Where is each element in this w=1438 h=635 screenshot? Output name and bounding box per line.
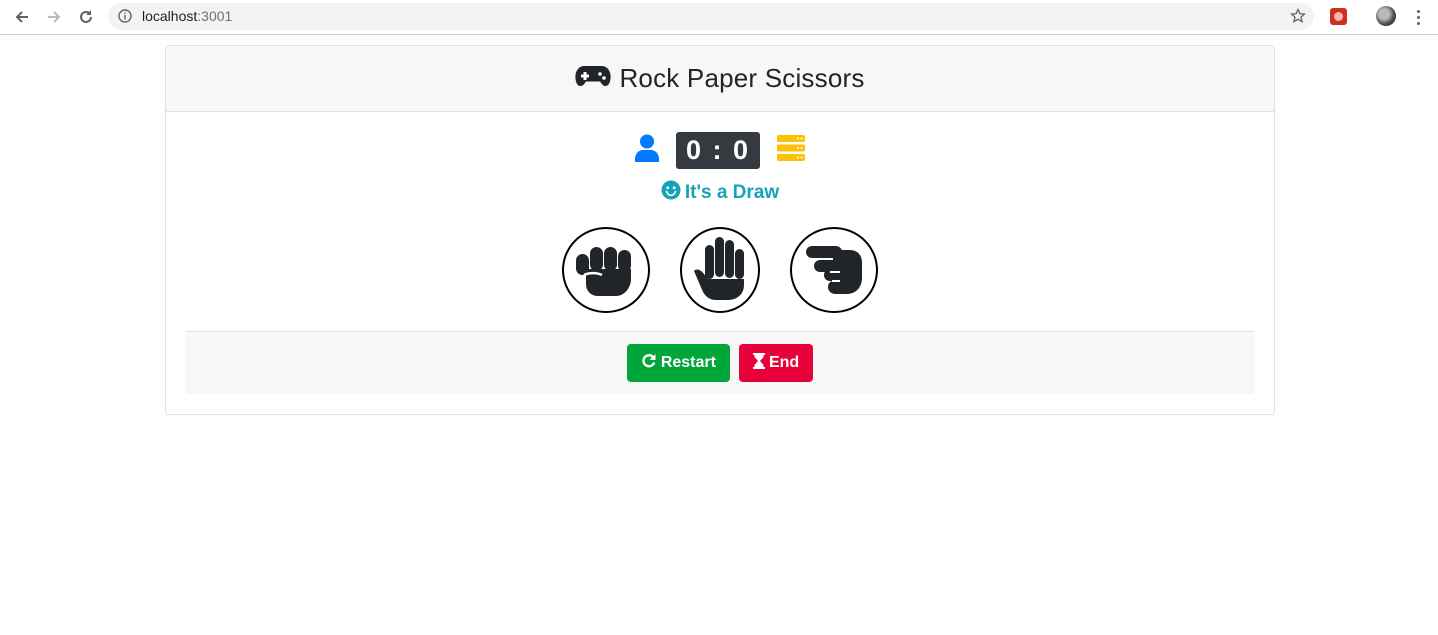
url-text: localhost:3001 xyxy=(142,8,233,24)
paper-button[interactable] xyxy=(680,227,760,313)
reload-icon[interactable] xyxy=(74,5,98,29)
scoreboard: 0 : 0 xyxy=(166,132,1274,169)
restart-button[interactable]: Restart xyxy=(626,344,730,382)
restart-label: Restart xyxy=(660,354,716,371)
star-icon[interactable] xyxy=(1289,7,1307,29)
card-header: Rock Paper Scissors xyxy=(166,46,1274,112)
page-title: Rock Paper Scissors xyxy=(619,63,865,93)
hand-rock-icon xyxy=(574,239,638,302)
card-footer: Restart End xyxy=(186,331,1254,394)
menu-icon[interactable] xyxy=(1412,6,1424,28)
redo-icon xyxy=(641,353,657,374)
score-display: 0 : 0 xyxy=(675,132,761,169)
back-icon[interactable] xyxy=(10,5,34,29)
user-icon xyxy=(634,134,660,167)
game-card: Rock Paper Scissors 0 : 0 It's a Draw Re… xyxy=(165,45,1275,415)
server-icon xyxy=(776,134,806,167)
extension-icon[interactable] xyxy=(1330,8,1347,25)
hand-paper-icon xyxy=(692,235,748,306)
rock-button[interactable] xyxy=(562,227,650,313)
info-icon[interactable] xyxy=(118,9,132,28)
end-button[interactable]: End xyxy=(738,344,814,382)
result-text: It's a Draw xyxy=(684,182,780,203)
profile-avatar[interactable] xyxy=(1376,6,1396,26)
gamepad-icon xyxy=(575,65,612,92)
smile-icon xyxy=(661,180,681,206)
forward-icon[interactable] xyxy=(42,5,66,29)
scissors-button[interactable] xyxy=(790,227,878,313)
choice-group xyxy=(166,227,1274,317)
result-message: It's a Draw xyxy=(166,180,1274,206)
end-label: End xyxy=(768,354,800,371)
address-bar[interactable]: localhost:3001 xyxy=(108,3,1314,30)
hand-scissors-icon xyxy=(802,240,866,301)
hourglass-icon xyxy=(752,352,765,374)
browser-toolbar: localhost:3001 xyxy=(0,0,1438,35)
